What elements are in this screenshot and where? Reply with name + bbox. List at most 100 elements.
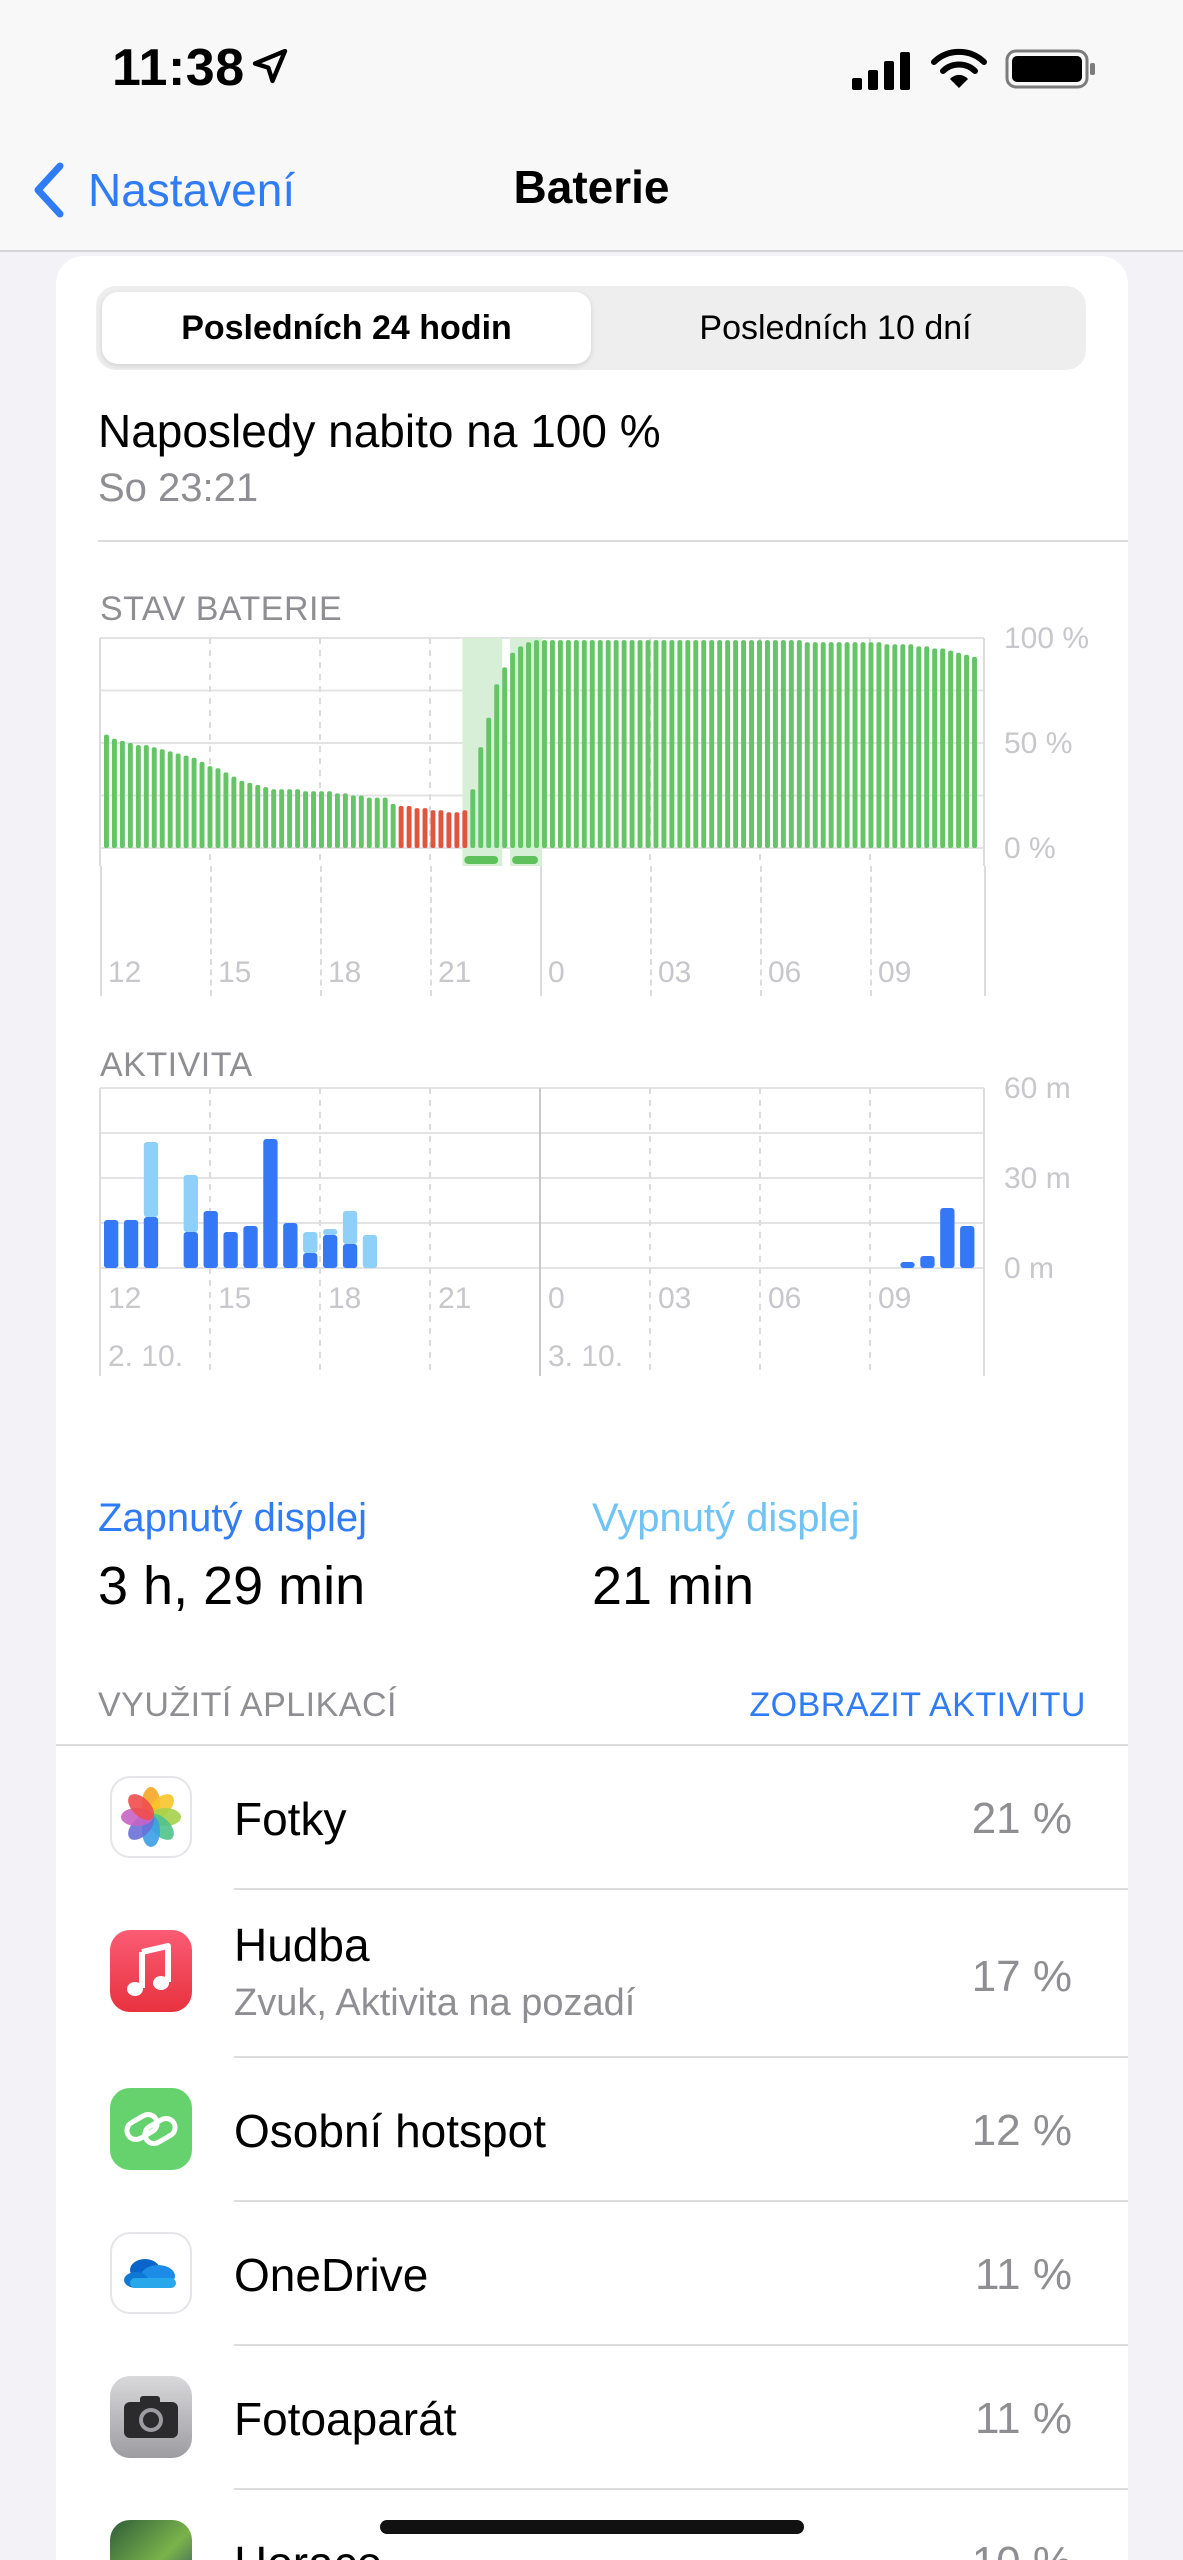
battery-bar xyxy=(215,768,221,848)
home-indicator[interactable] xyxy=(380,2520,804,2534)
date-label: 3. 10. xyxy=(548,1340,623,1373)
battery-bar xyxy=(462,810,468,848)
battery-bar xyxy=(645,640,651,848)
battery-bar xyxy=(287,789,293,848)
x-tick-label: 12 xyxy=(108,1282,141,1315)
battery-bar xyxy=(717,640,723,848)
battery-bar xyxy=(860,642,866,848)
battery-bar xyxy=(159,749,165,848)
x-tick-label: 0 xyxy=(548,1282,565,1315)
battery-bar xyxy=(812,642,818,848)
battery-x-tick-label: 12 xyxy=(108,956,142,989)
app-row-osobni-hotspot[interactable]: Osobní hotspot 12 % xyxy=(56,2058,1128,2202)
battery-bar xyxy=(342,793,348,848)
camera-icon xyxy=(110,2376,192,2458)
activity-chart: 60 m 30 m 0 m 12 15 18 21 0 03 06 09 2. 10. 3. 10. xyxy=(99,1076,1071,1376)
x-tick-label: 09 xyxy=(878,1282,911,1315)
activity-bar-screen-on xyxy=(940,1208,955,1268)
battery-bar xyxy=(757,640,762,848)
game-icon xyxy=(110,2520,192,2560)
battery-bar xyxy=(573,640,579,848)
battery-bar xyxy=(796,640,802,848)
battery-bar xyxy=(709,640,715,848)
x-tick-label: 03 xyxy=(658,1282,691,1315)
battery-level-chart: 100 % 50 % 0 % xyxy=(99,626,1089,866)
activity-bar-screen-off xyxy=(183,1175,198,1232)
battery-bar xyxy=(446,812,452,848)
battery-x-tick-label: 09 xyxy=(878,956,912,989)
activity-bar-screen-on xyxy=(143,1217,159,1268)
onedrive-icon xyxy=(110,2232,192,2314)
battery-bar xyxy=(398,806,404,848)
battery-bar xyxy=(741,640,747,848)
battery-x-tick-label: 06 xyxy=(768,956,802,989)
battery-bar xyxy=(119,740,125,848)
battery-bar xyxy=(549,640,555,848)
last-charged-title: Naposledy nabito na 100 % xyxy=(98,405,661,457)
app-name: OneDrive xyxy=(234,2249,429,2301)
battery-bar xyxy=(366,797,372,848)
battery-bar xyxy=(780,640,786,848)
last-charged-time: So 23:21 xyxy=(98,466,259,510)
activity-bar-screen-on xyxy=(243,1226,258,1268)
battery-bar xyxy=(358,795,364,848)
charging-marker xyxy=(512,856,538,864)
battery-bar xyxy=(629,640,635,848)
app-row-fotky[interactable]: Fotky 21 % xyxy=(56,1746,1128,1890)
vertical-divider xyxy=(540,866,542,996)
vertical-divider xyxy=(320,866,322,996)
battery-bar xyxy=(271,789,277,848)
page-title: Baterie xyxy=(513,161,670,213)
app-row-hudba[interactable]: Hudba Zvuk, Aktivita na pozadí 17 % xyxy=(56,1890,1128,2058)
app-row-fotoaparat[interactable]: Fotoaparát 11 % xyxy=(56,2346,1128,2490)
battery-bar xyxy=(199,761,205,848)
battery-bar xyxy=(669,640,675,848)
battery-bar xyxy=(725,640,731,848)
battery-bar xyxy=(295,789,301,848)
battery-bar xyxy=(932,648,938,848)
battery-settings-screen: 11:38 Nastavení Baterie Posledních 24 ho… xyxy=(0,0,1183,2560)
activity-bar-screen-on xyxy=(203,1211,218,1268)
photos-icon xyxy=(110,1776,192,1858)
app-percentage: 10 % xyxy=(972,2538,1072,2560)
battery-bar xyxy=(414,808,420,848)
app-usage-list: Fotky 21 % Hudba Zvuk, Aktivita na pozad… xyxy=(56,1746,1128,2560)
app-row-onedrive[interactable]: OneDrive 11 % xyxy=(56,2202,1128,2346)
battery-bar xyxy=(510,652,516,848)
battery-bar xyxy=(104,734,109,848)
battery-bar xyxy=(135,745,141,848)
battery-x-tick-label: 0 xyxy=(548,956,565,989)
battery-icon xyxy=(1005,49,1095,89)
x-tick-label: 15 xyxy=(218,1282,251,1315)
battery-bar xyxy=(127,743,133,848)
battery-bar xyxy=(685,640,691,848)
battery-bar xyxy=(892,644,898,848)
vertical-divider xyxy=(210,866,212,996)
battery-bar xyxy=(589,640,595,848)
y-tick-label: 100 % xyxy=(1004,626,1089,655)
battery-bar xyxy=(247,782,253,848)
battery-bar xyxy=(900,644,906,848)
battery-bar xyxy=(231,776,237,848)
battery-bar xyxy=(494,684,500,848)
battery-bar xyxy=(693,640,699,848)
screen-on-label: Zapnutý displej xyxy=(98,1496,368,1540)
app-name: Hudba xyxy=(234,1919,370,1971)
vertical-divider xyxy=(100,866,102,996)
show-activity-link[interactable]: ZOBRAZIT AKTIVITU xyxy=(749,1686,1086,1725)
battery-bar xyxy=(478,747,484,848)
battery-bar xyxy=(597,640,603,848)
activity-bar-screen-on xyxy=(104,1220,119,1268)
battery-bar xyxy=(701,640,707,848)
battery-bar xyxy=(143,745,149,848)
wifi-icon xyxy=(931,48,987,88)
segment-last-10-days[interactable]: Posledních 10 dní xyxy=(591,292,1080,364)
segment-last-24-hours[interactable]: Posledních 24 hodin xyxy=(102,292,591,364)
y-tick-label: 30 m xyxy=(1004,1162,1071,1195)
app-percentage: 11 % xyxy=(974,2394,1072,2443)
battery-bar xyxy=(677,640,683,848)
battery-bar xyxy=(454,812,460,848)
battery-bar xyxy=(183,755,189,848)
app-subtitle: Zvuk, Aktivita na pozadí xyxy=(234,1982,636,2024)
battery-bar xyxy=(565,640,571,848)
